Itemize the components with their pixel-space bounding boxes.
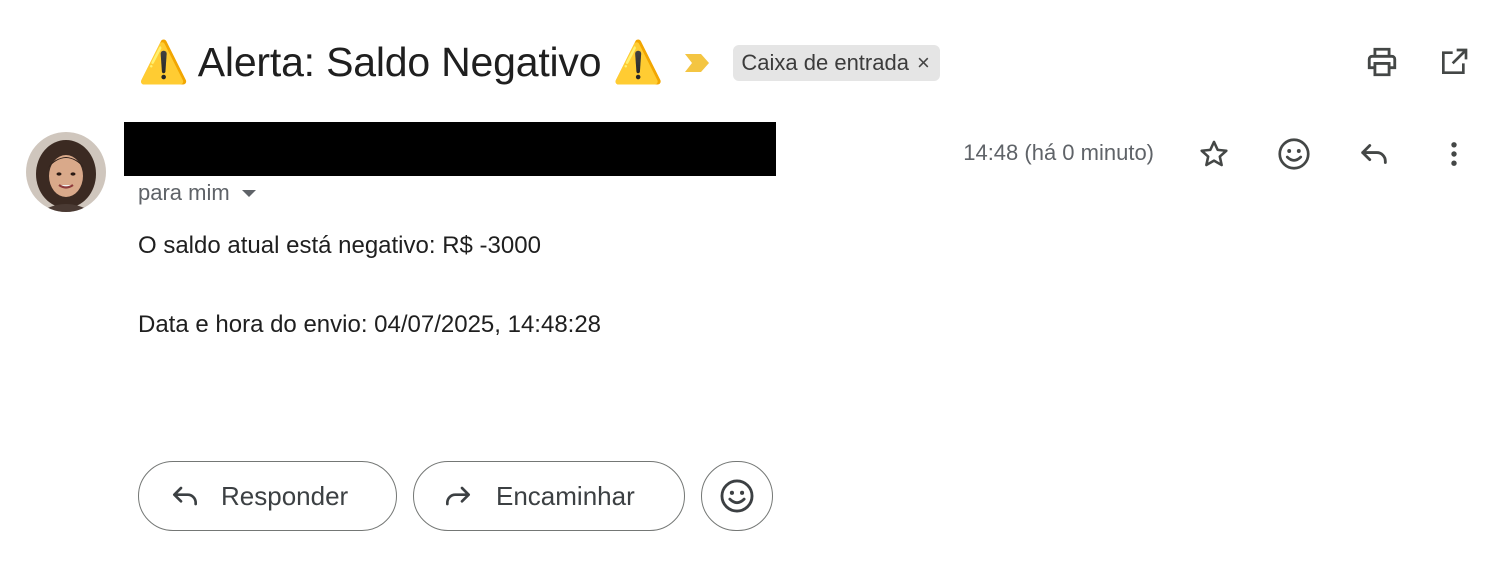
emoji-reaction-icon	[718, 477, 756, 515]
redacted-sender-name	[124, 122, 776, 176]
print-button[interactable]	[1362, 42, 1402, 82]
star-icon	[1200, 140, 1228, 167]
print-icon	[1367, 47, 1397, 77]
avatar-photo-icon	[26, 132, 106, 212]
forward-action-button[interactable]: Encaminhar	[413, 461, 685, 531]
inbox-label-chip: Caixa de entrada ×	[733, 45, 940, 81]
message-body-line: Data e hora do envio: 04/07/2025, 14:48:…	[138, 311, 602, 338]
sender-avatar[interactable]	[26, 132, 106, 212]
reply-button[interactable]	[1353, 133, 1395, 175]
recipient-text: para mim	[138, 180, 230, 205]
reply-action-label: Responder	[221, 480, 349, 511]
more-vert-icon	[1451, 142, 1457, 166]
forward-action-label: Encaminhar	[496, 480, 635, 511]
inbox-label-text: Caixa de entrada	[741, 50, 909, 75]
recipient-details[interactable]: para mim	[138, 178, 258, 208]
open-in-new-window-icon	[1442, 48, 1468, 74]
star-button[interactable]	[1193, 133, 1235, 175]
message-timestamp: 14:48 (há 0 minuto)	[963, 140, 1154, 165]
forward-icon	[442, 480, 474, 512]
open-in-new-window-button[interactable]	[1434, 42, 1474, 82]
message-body-line: O saldo atual está negativo: R$ -3000	[138, 232, 541, 259]
reply-action-button[interactable]: Responder	[138, 461, 397, 531]
importance-marker-icon[interactable]	[683, 52, 711, 74]
email-subject: ⚠️ Alerta: Saldo Negativo ⚠️	[138, 39, 664, 85]
emoji-reaction-action-button[interactable]	[701, 461, 773, 531]
subject-row: ⚠️ Alerta: Saldo Negativo ⚠️ Caixa de en…	[138, 32, 940, 94]
reply-icon	[1361, 144, 1387, 164]
reply-icon	[169, 480, 201, 512]
remove-label-icon[interactable]: ×	[917, 52, 930, 74]
add-reaction-button[interactable]	[1273, 133, 1315, 175]
caret-down-icon[interactable]	[240, 187, 258, 199]
more-options-button[interactable]	[1433, 133, 1475, 175]
emoji-reaction-icon	[1278, 138, 1310, 170]
